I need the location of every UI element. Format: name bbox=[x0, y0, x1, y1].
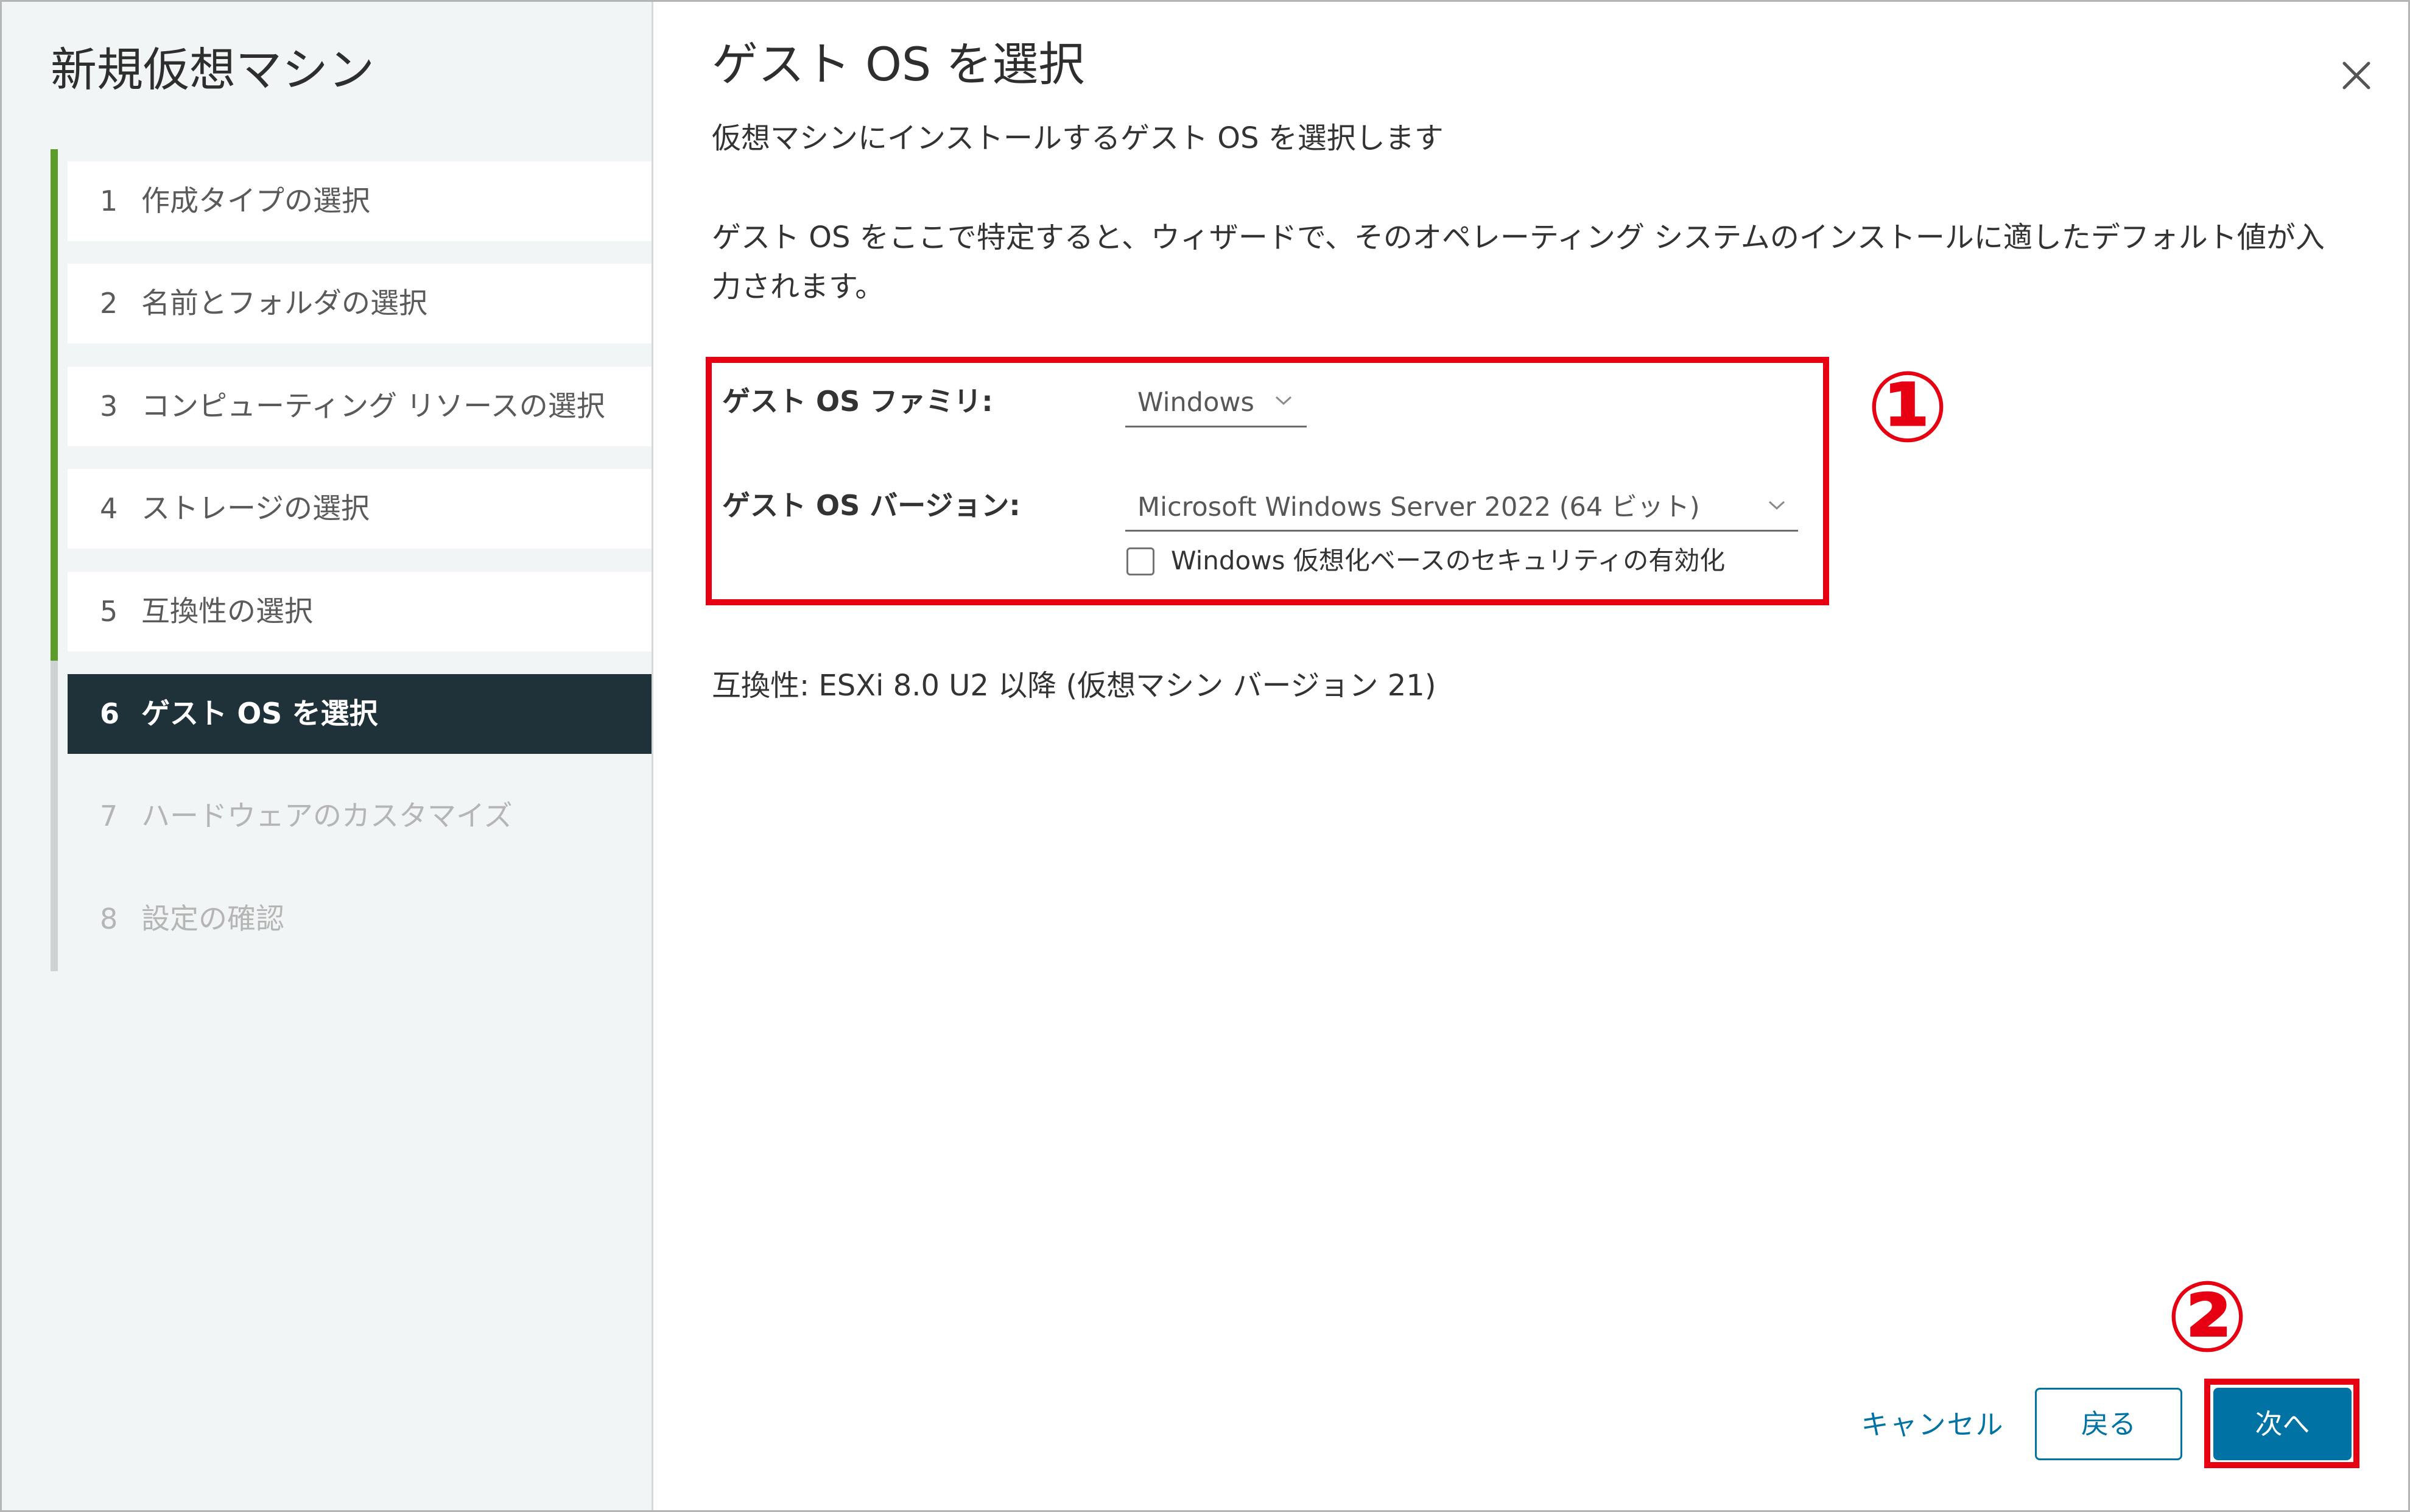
step-label: ゲスト OS を選択 bbox=[141, 697, 378, 731]
step-number: 3 bbox=[100, 390, 118, 423]
page-title: ゲスト OS を選択 bbox=[712, 37, 1085, 91]
step-item-1[interactable]: 1 作成タイプの選択 bbox=[68, 161, 652, 241]
step-label: 名前とフォルダの選択 bbox=[141, 287, 427, 320]
new-vm-wizard: 新規仮想マシン 1 作成タイプの選択 2 名前とフォルダの選択 3 コンピューテ… bbox=[0, 0, 2410, 1512]
step-number: 5 bbox=[100, 595, 118, 628]
step-label: 互換性の選択 bbox=[141, 595, 313, 628]
step-number: 8 bbox=[100, 902, 118, 935]
back-button[interactable]: 戻る bbox=[2035, 1388, 2182, 1460]
step-item-6-current[interactable]: 6 ゲスト OS を選択 bbox=[68, 674, 652, 754]
progress-bar-remaining bbox=[51, 661, 58, 971]
cancel-button[interactable]: キャンセル bbox=[1857, 1401, 2009, 1449]
step-item-2[interactable]: 2 名前とフォルダの選択 bbox=[68, 264, 652, 343]
step-number: 7 bbox=[100, 800, 118, 832]
step-item-8: 8 設定の確認 bbox=[68, 879, 652, 959]
annotation-marker-1: ① bbox=[1866, 350, 1949, 464]
step-number: 6 bbox=[100, 697, 120, 730]
annotation-highlight-form bbox=[706, 357, 1829, 605]
page-subtitle: 仮想マシンにインストールするゲスト OS を選択します bbox=[712, 121, 1444, 155]
wizard-title: 新規仮想マシン bbox=[51, 43, 374, 97]
step-item-4[interactable]: 4 ストレージの選択 bbox=[68, 469, 652, 549]
step-label: ストレージの選択 bbox=[141, 492, 370, 526]
step-number: 4 bbox=[100, 492, 118, 525]
annotation-highlight-next bbox=[2204, 1379, 2359, 1468]
step-number: 2 bbox=[100, 287, 118, 320]
close-icon[interactable] bbox=[2340, 59, 2373, 92]
annotation-marker-2: ② bbox=[2166, 1260, 2249, 1374]
step-number: 1 bbox=[100, 185, 118, 217]
step-item-5[interactable]: 5 互換性の選択 bbox=[68, 572, 652, 652]
page-description: ゲスト OS をここで特定すると、ウィザードで、そのオペレーティング システムの… bbox=[712, 220, 2325, 304]
step-label: ハードウェアのカスタマイズ bbox=[141, 800, 513, 833]
step-item-7: 7 ハードウェアのカスタマイズ bbox=[68, 776, 652, 856]
step-label: 設定の確認 bbox=[141, 902, 284, 936]
progress-bar-completed bbox=[51, 149, 58, 661]
compatibility-info: 互換性: ESXi 8.0 U2 以降 (仮想マシン バージョン 21) bbox=[712, 669, 1436, 703]
step-item-3[interactable]: 3 コンピューティング リソースの選択 bbox=[68, 367, 652, 446]
step-label: コンピューティング リソースの選択 bbox=[141, 390, 605, 423]
step-label: 作成タイプの選択 bbox=[141, 185, 370, 218]
